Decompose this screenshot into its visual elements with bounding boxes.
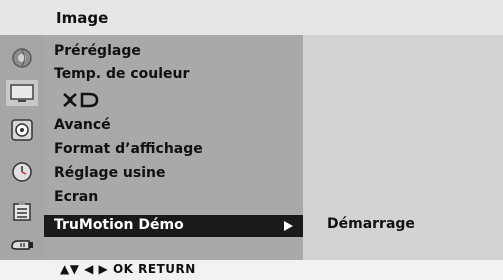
navigation-hint: ▲▼ ◀ ▶ OK RETURN xyxy=(60,262,196,276)
menu-title: Image xyxy=(56,9,109,27)
audio-icon[interactable] xyxy=(6,117,38,143)
menu-item-advanced[interactable]: Avancé xyxy=(54,117,111,133)
settings-icon[interactable] xyxy=(6,199,38,225)
xd-logo xyxy=(63,92,99,108)
menu-item-trumotion-demo[interactable]: TruMotion Démo xyxy=(44,215,303,237)
menu-item-color-temperature[interactable]: Temp. de couleur xyxy=(54,66,189,82)
tv-osd-screen: Image Préréglage Temp. de couleur Avancé… xyxy=(0,0,503,280)
menu-item-screen[interactable]: Ecran xyxy=(54,189,98,205)
picture-icon[interactable] xyxy=(6,45,38,71)
submenu-arrow-icon xyxy=(284,221,293,231)
menu-item-aspect-ratio[interactable]: Format d’affichage xyxy=(54,141,203,157)
navigation-hint-bar: ▲▼ ◀ ▶ OK RETURN xyxy=(0,260,503,280)
menu-header: Image xyxy=(0,0,503,35)
tv-screen-icon[interactable] xyxy=(6,80,38,106)
category-icon-bar xyxy=(0,35,44,260)
input-icon[interactable] xyxy=(6,231,38,257)
menu-item-preset[interactable]: Préréglage xyxy=(54,43,141,59)
image-settings-menu: Préréglage Temp. de couleur Avancé Forma… xyxy=(44,35,303,260)
selected-item-label: TruMotion Démo xyxy=(54,217,184,233)
timer-icon[interactable] xyxy=(6,159,38,185)
submenu-panel: Démarrage xyxy=(303,35,503,260)
submenu-item-start[interactable]: Démarrage xyxy=(327,216,415,232)
menu-item-factory-reset[interactable]: Réglage usine xyxy=(54,165,166,181)
menu-item-xd[interactable] xyxy=(62,92,100,112)
